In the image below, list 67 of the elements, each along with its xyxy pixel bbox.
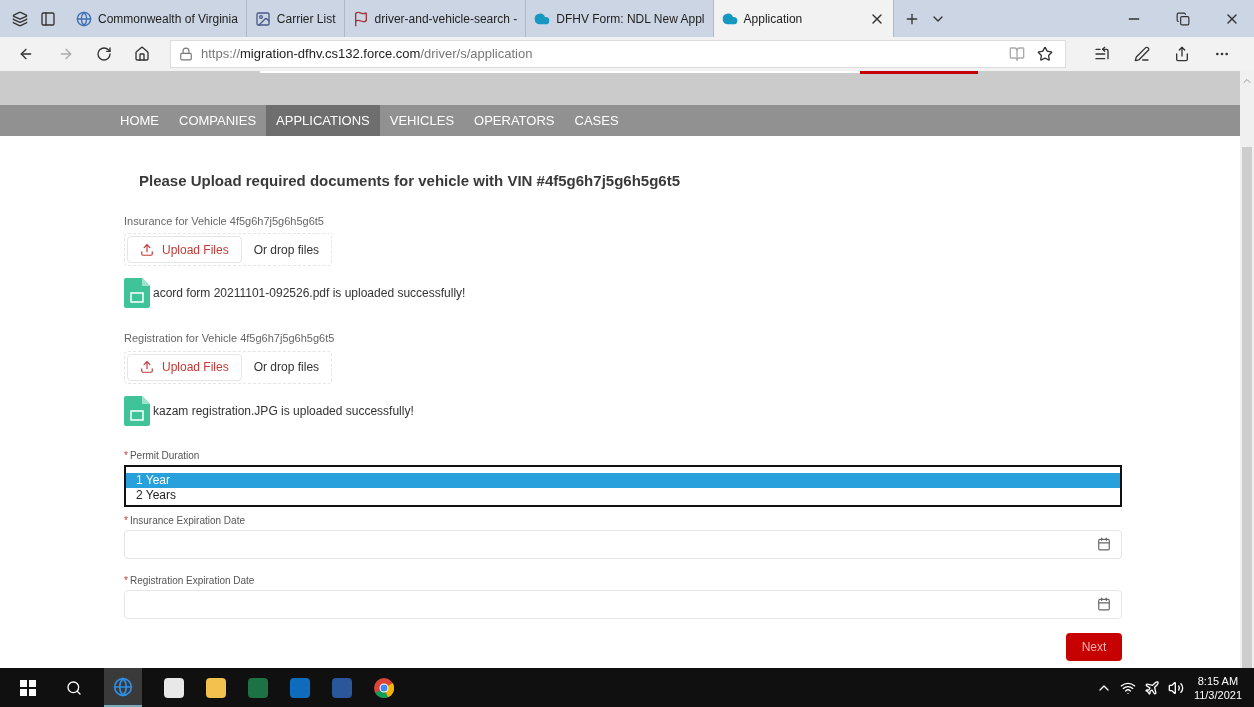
browser-taskbar-item[interactable] <box>104 668 142 707</box>
flag-icon <box>352 10 369 27</box>
clock[interactable]: 8:15 AM 11/3/2021 <box>1193 673 1242 702</box>
nav-link[interactable]: APPLICATIONS <box>266 105 380 136</box>
globe-icon <box>76 10 92 27</box>
tab-title: driver-and-vehicle-search - <box>374 10 518 28</box>
permit-listbox[interactable]: 1 Year 2 Years <box>124 464 1122 507</box>
windows-start-icon[interactable] <box>20 679 36 696</box>
tab-title: DFHV Form: NDL New Appl <box>556 10 705 28</box>
tab-title: Commonwealth of Virginia <box>98 10 238 28</box>
upload-files-button[interactable]: Upload Files <box>127 236 242 263</box>
chat-app-icon[interactable] <box>164 677 184 698</box>
file-icon <box>124 395 150 426</box>
refresh-icon[interactable] <box>96 46 112 62</box>
spreadsheet-icon[interactable] <box>248 677 268 698</box>
volume-icon[interactable] <box>1167 679 1184 696</box>
upload-icon <box>140 242 154 257</box>
share-icon[interactable] <box>1174 46 1190 62</box>
browser-icon <box>113 676 133 697</box>
favorite-star-icon[interactable] <box>1037 46 1053 62</box>
favorites-icon[interactable] <box>1094 46 1110 62</box>
field-label-text: Permit Duration <box>129 449 200 461</box>
tab-title: Application <box>743 10 804 28</box>
required-marker: * <box>124 449 128 461</box>
field-label-text: Registration Expiration Date <box>129 574 255 586</box>
document-app-icon[interactable] <box>332 677 352 698</box>
restore-icon[interactable] <box>1176 11 1190 26</box>
url-text: https://migration-dfhv.cs132.force.com/driver/s/application <box>201 45 533 64</box>
search-icon[interactable] <box>66 679 82 696</box>
pen-icon[interactable] <box>1134 46 1150 62</box>
upload-label: Insurance for Vehicle 4f5g6h7j5g6h5g6t5 <box>124 213 325 229</box>
upload-files-button[interactable]: Upload Files <box>127 353 242 381</box>
mail-app-icon[interactable] <box>290 677 310 698</box>
drop-zone[interactable]: Upload Files Or drop files <box>124 350 333 384</box>
date-field[interactable] <box>124 529 1122 559</box>
browser-tab[interactable]: Application <box>713 0 894 37</box>
calendar-icon[interactable] <box>1097 597 1111 611</box>
upload-label: Registration for Vehicle 4f5g6h7j5g6h5g6t5 <box>124 331 336 346</box>
upload-status: kazam registration.JPG is uploaded successfully! <box>153 402 414 420</box>
clock-date: 11/3/2021 <box>1193 687 1242 702</box>
drop-zone[interactable]: Upload Files Or drop files <box>124 233 333 266</box>
scrollbar[interactable] <box>1240 71 1254 668</box>
page-heading: Please Upload required documents for vehicle with VIN #4f5g6h7j5g6h5g6t5 <box>139 171 681 191</box>
image-icon <box>254 10 271 27</box>
next-button[interactable]: Next <box>1066 632 1122 661</box>
folder-icon[interactable] <box>206 677 226 698</box>
chrome-browser-icon[interactable] <box>374 677 394 698</box>
date-field[interactable] <box>124 589 1122 619</box>
tab-preview-icon[interactable] <box>40 10 56 27</box>
required-marker: * <box>124 574 128 586</box>
required-marker: * <box>124 514 128 526</box>
file-icon <box>124 278 150 308</box>
upload-status: acord form 20211101-092526.pdf is uploaded successfully! <box>153 285 466 302</box>
calendar-icon[interactable] <box>1097 537 1111 551</box>
tab-title: Carrier List <box>276 10 336 28</box>
tab-actions-icon[interactable] <box>12 10 28 27</box>
airplane-icon[interactable] <box>1143 679 1160 696</box>
drop-hint: Or drop files <box>253 241 320 259</box>
back-icon[interactable] <box>18 46 34 62</box>
upload-icon <box>140 360 154 374</box>
listbox-option[interactable]: 2 Years <box>126 487 1120 503</box>
clock-time: 8:15 AM <box>1197 673 1239 688</box>
drop-hint: Or drop files <box>253 359 320 376</box>
address-field[interactable]: https://migration-dfhv.cs132.force.com/driver/s/application <box>170 40 1066 68</box>
lock-icon <box>179 47 193 61</box>
home-icon[interactable] <box>134 46 150 62</box>
field-label-text: Insurance Expiration Date <box>129 514 245 526</box>
